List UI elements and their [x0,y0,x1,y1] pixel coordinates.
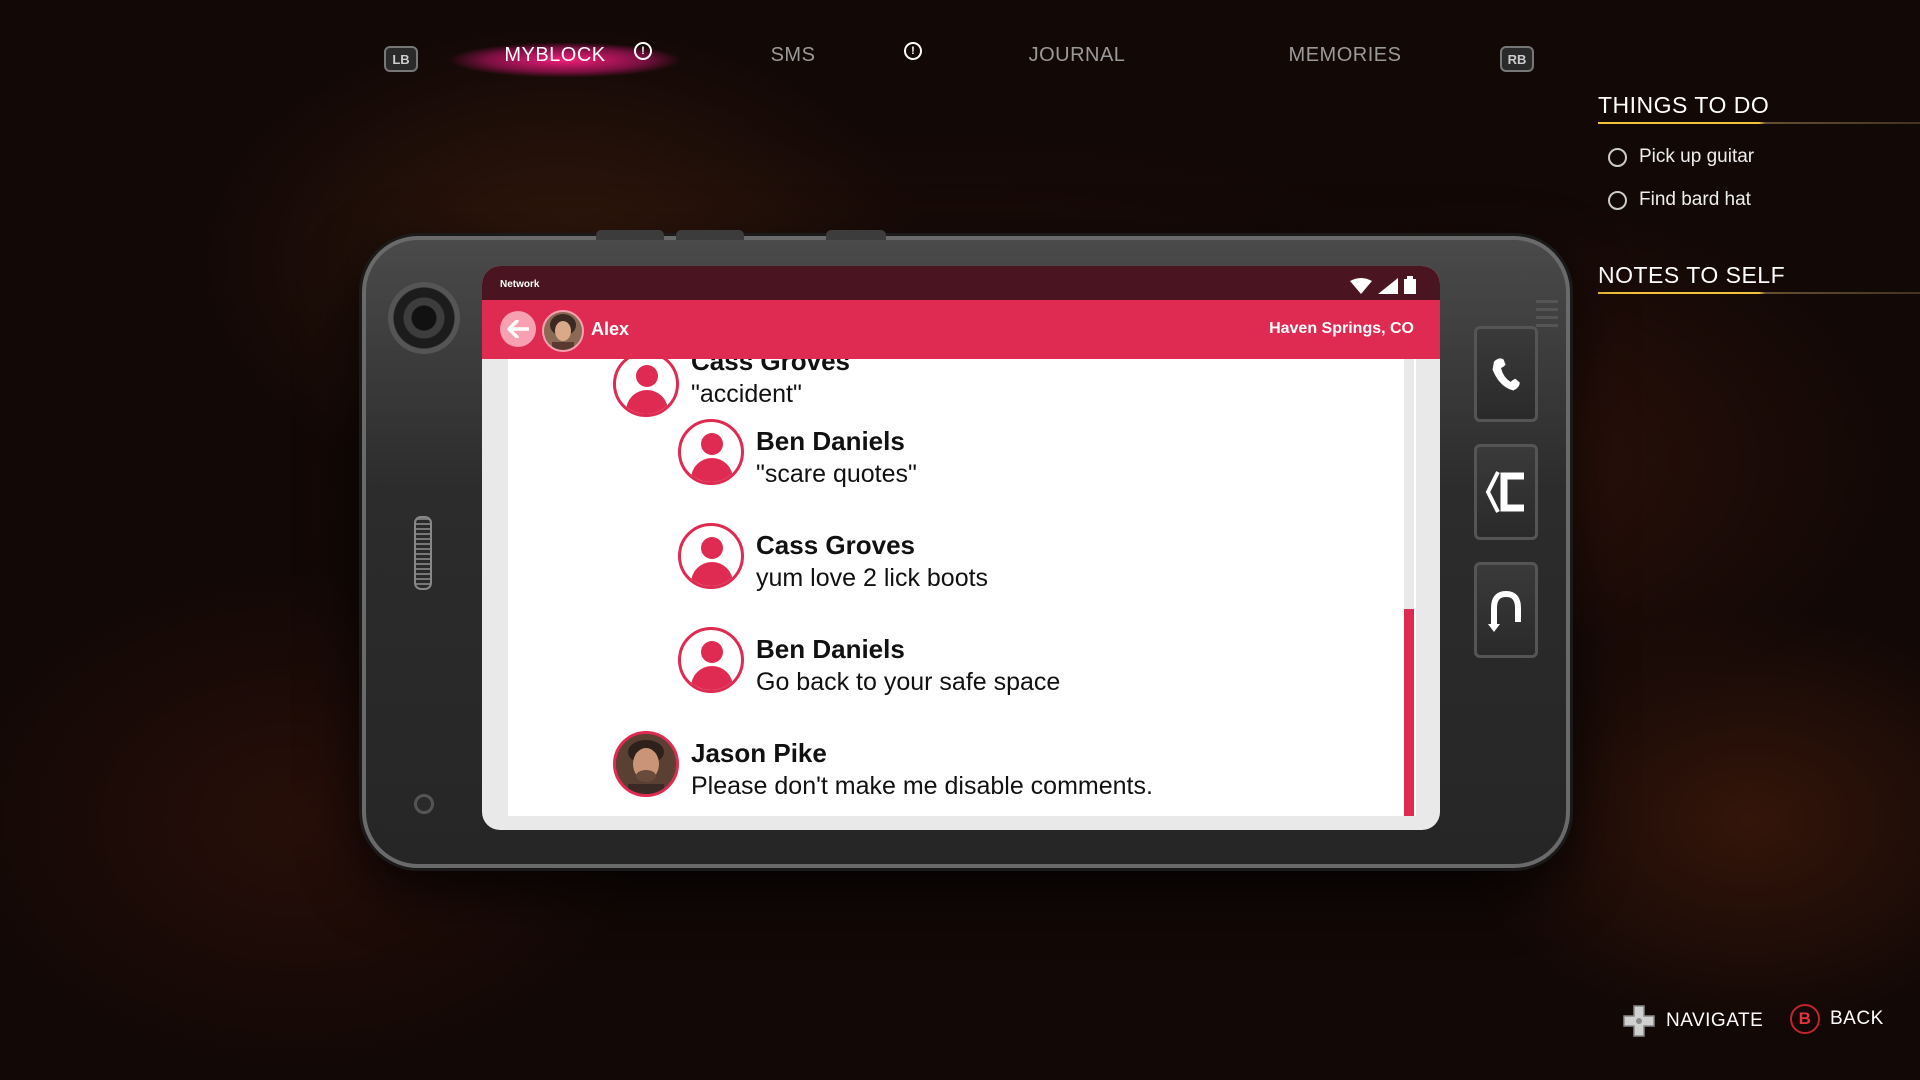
comment-item: Jason Pike Please don't make me disable … [613,731,1153,803]
default-user-icon [678,419,744,485]
camera-lens-icon [388,282,460,354]
call-button[interactable] [1474,326,1538,422]
wifi-icon [1350,278,1372,294]
signal-icon [1378,278,1398,294]
tab-sms[interactable]: SMS [763,44,823,72]
side-grille [1536,300,1558,330]
comment-item: Cass Groves "accident" [613,359,850,417]
tab-myblock[interactable]: MYBLOCK [490,44,620,72]
checkbox-circle-icon [1608,147,1627,167]
todo-label: Find bard hat [1639,189,1751,210]
battery-icon [1404,276,1416,294]
comment-feed[interactable]: Cass Groves "accident" Ben Daniels "scar… [508,359,1416,816]
contact-name: Alex [591,319,630,339]
jason-pike-avatar [613,731,679,797]
contact-avatar [542,310,584,352]
app-header: Alex Haven Springs, CO [482,300,1440,359]
scrollbar[interactable] [1404,359,1414,816]
network-label: Network [500,279,540,290]
sms-alert-icon: ! [904,42,922,60]
horseshoe-button[interactable] [1474,562,1538,658]
notes-to-self-heading: NOTES TO SELF [1598,262,1786,288]
phone-device: Network Alex Haven Springs, CO Cass Grov… [362,230,1570,868]
reply-item: Cass Groves yum love 2 lick boots [678,523,988,595]
navigate-label: NAVIGATE [1666,1010,1764,1031]
sensor-dot [414,794,434,814]
todo-item: Find bard hat [1608,189,1751,211]
phone-button-bump [596,230,664,240]
tab-journal[interactable]: JOURNAL [1012,44,1142,72]
reply-item: Ben Daniels "scare quotes" [678,419,917,491]
back-arrow-icon [507,320,529,338]
comment-text: Go back to your safe space [756,668,1061,696]
back-hint[interactable]: B BACK [1790,1004,1884,1034]
top-tab-bar: LB MYBLOCK ! SMS ! JOURNAL MEMORIES RB [380,30,1540,86]
commenter-name: Cass Groves [756,530,915,560]
location-label: Haven Springs, CO [1269,320,1414,337]
reply-icon [1485,471,1524,513]
commenter-name: Ben Daniels [756,634,905,664]
default-user-icon [678,523,744,589]
notes-divider [1598,292,1920,294]
user-photo [616,734,676,794]
things-to-do-heading: THINGS TO DO [1598,92,1770,118]
comment-text: "accident" [691,380,802,408]
things-to-do-divider [1598,122,1920,124]
commenter-name: Cass Groves [691,359,850,376]
dpad-icon [1623,1005,1655,1037]
contact-photo [544,312,582,350]
phone-icon [1492,358,1520,391]
phone-screen: Network Alex Haven Springs, CO Cass Grov… [482,266,1440,830]
back-label: BACK [1830,1008,1884,1029]
comment-text: yum love 2 lick boots [756,564,989,592]
status-icons [1350,276,1416,294]
todo-label: Pick up guitar [1639,146,1755,167]
b-button-icon: B [1790,1004,1820,1034]
default-user-icon [613,359,679,417]
todo-item: Pick up guitar [1608,146,1754,168]
rb-bumper-icon[interactable]: RB [1500,46,1534,72]
horseshoe-icon [1488,590,1521,632]
navigate-hint: NAVIGATE [1622,1004,1763,1038]
reply-button[interactable] [1474,444,1538,540]
comment-text: "scare quotes" [756,460,917,488]
myblock-alert-icon: ! [634,42,652,60]
checkbox-circle-icon [1608,190,1627,210]
comment-text: Please don't make me disable comments. [691,772,1153,800]
lb-bumper-icon[interactable]: LB [384,46,418,72]
status-bar: Network [482,266,1440,300]
scrollbar-thumb[interactable] [1404,609,1414,816]
phone-button-bump [676,230,744,240]
speaker-grille [414,516,432,590]
commenter-name: Jason Pike [691,738,827,768]
default-user-icon [678,627,744,693]
tab-memories[interactable]: MEMORIES [1280,44,1410,72]
back-arrow-button[interactable] [500,311,536,347]
commenter-name: Ben Daniels [756,426,905,456]
reply-item: Ben Daniels Go back to your safe space [678,627,1060,699]
phone-button-bump [826,230,886,240]
